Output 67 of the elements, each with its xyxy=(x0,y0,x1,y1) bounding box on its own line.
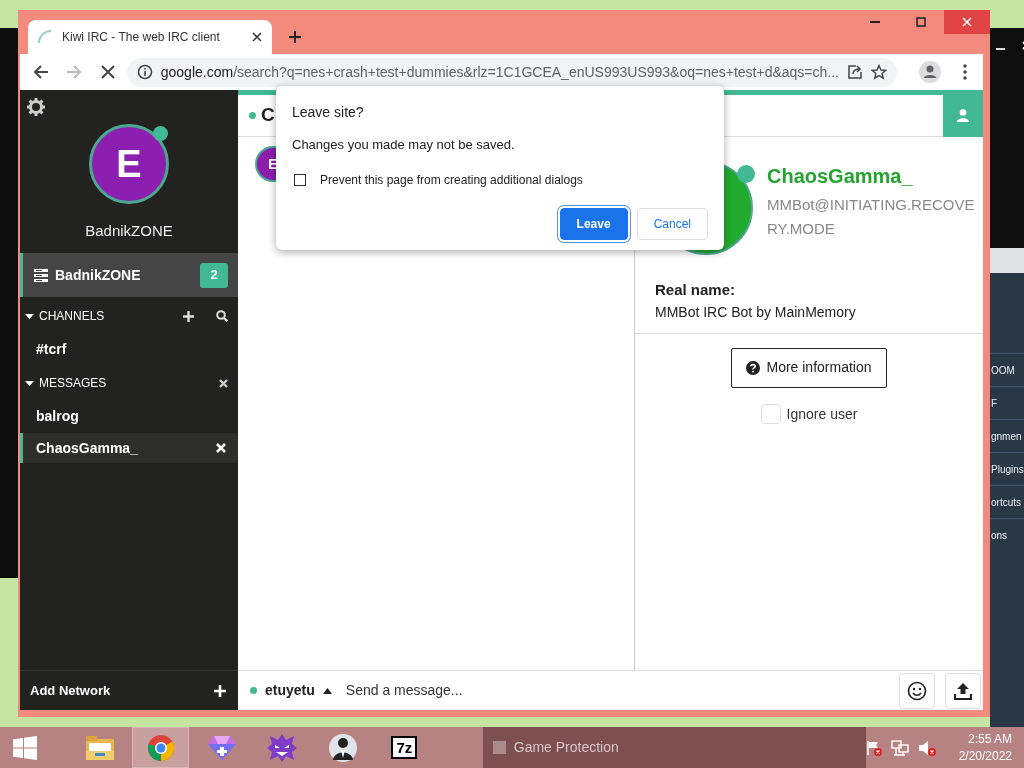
user-icon xyxy=(957,109,969,122)
user-nick: ChaosGamma_ xyxy=(767,164,914,189)
server-icon xyxy=(34,268,48,282)
buffer-name: ChaosGamma_ xyxy=(36,438,138,458)
leave-button[interactable]: Leave xyxy=(559,207,628,240)
question-circle-icon xyxy=(746,360,761,375)
realname-label: Real name: xyxy=(655,280,737,300)
maximize-icon[interactable] xyxy=(916,17,926,27)
flag-icon[interactable] xyxy=(865,739,882,756)
info-icon[interactable] xyxy=(136,64,153,80)
share-icon[interactable] xyxy=(847,64,863,80)
network-icon[interactable] xyxy=(890,739,909,756)
browser-logo-icon xyxy=(146,733,175,762)
folder-icon xyxy=(84,734,115,761)
add-network-label[interactable]: Add Network xyxy=(30,680,111,701)
caret-up-icon[interactable] xyxy=(322,687,332,694)
network-name: BadnikZONE xyxy=(55,265,141,285)
caret-down-icon[interactable] xyxy=(25,378,34,388)
taskbar-task[interactable]: Game Protection xyxy=(482,727,866,768)
back-arrow-icon[interactable] xyxy=(32,64,49,80)
star-icon[interactable] xyxy=(871,64,887,80)
settings-icon[interactable] xyxy=(27,98,45,116)
upload-icon xyxy=(954,681,972,700)
gem-icon xyxy=(206,734,237,761)
buffer-item[interactable]: ChaosGamma_ xyxy=(20,433,238,463)
spiky-creature-icon xyxy=(267,732,298,763)
emoji-button[interactable] xyxy=(899,672,935,709)
checkbox-label[interactable]: Ignore user xyxy=(786,403,858,425)
search-icon[interactable] xyxy=(216,310,228,322)
unread-badge: 2 xyxy=(200,262,228,288)
profile-icon[interactable] xyxy=(919,61,941,83)
user-host: MMBot@INITIATING.RECOVERY.MODE xyxy=(767,195,976,239)
buffer-name: #tcrf xyxy=(36,339,67,359)
browser-tab[interactable]: Kiwi IRC - The web IRC client xyxy=(28,20,272,54)
cancel-button[interactable]: Cancel xyxy=(636,207,708,240)
archive-logo: 7z xyxy=(391,736,418,759)
user-nick: BadnikZONE xyxy=(85,221,173,241)
dialog-title: Leave site? xyxy=(292,103,365,122)
close-icon[interactable] xyxy=(100,65,115,79)
person-figure-icon xyxy=(329,732,358,763)
nick-label[interactable]: etuyetu xyxy=(265,680,315,701)
more-information-button[interactable]: More information xyxy=(731,347,887,388)
windows-icon xyxy=(12,735,37,760)
minimize-icon xyxy=(996,48,1005,51)
caret-down-icon[interactable] xyxy=(25,311,34,321)
muted-speaker-icon[interactable] xyxy=(917,739,936,756)
realname-text: MMBot IRC Bot by MainMemory xyxy=(655,302,857,322)
dialog-message: Changes you made may not be saved. xyxy=(292,136,516,154)
section-title: CHANNELS xyxy=(39,308,105,325)
taskbar-app[interactable]: 7z xyxy=(375,727,433,768)
buffer-item[interactable]: #tcrf xyxy=(20,334,238,364)
checkbox[interactable] xyxy=(294,173,306,186)
section-title: MESSAGES xyxy=(39,375,107,392)
menu-icon[interactable] xyxy=(963,64,967,80)
buffer-item[interactable]: balrog xyxy=(20,401,238,431)
buffer-title: C xyxy=(261,103,275,128)
network-item[interactable]: BadnikZONE 2 xyxy=(20,253,238,297)
buffer-name: balrog xyxy=(36,406,79,426)
close-icon[interactable] xyxy=(252,32,262,42)
new-tab-icon[interactable] xyxy=(288,30,302,44)
add-icon[interactable] xyxy=(183,310,194,322)
avatar: E xyxy=(89,124,169,204)
smiley-icon xyxy=(907,680,927,701)
checkbox-label[interactable]: Prevent this page from creating additional dialogs xyxy=(320,170,583,189)
tab-title: Kiwi IRC - The web IRC client xyxy=(62,29,221,46)
upload-button[interactable] xyxy=(945,672,981,709)
header-bar xyxy=(990,248,1024,273)
